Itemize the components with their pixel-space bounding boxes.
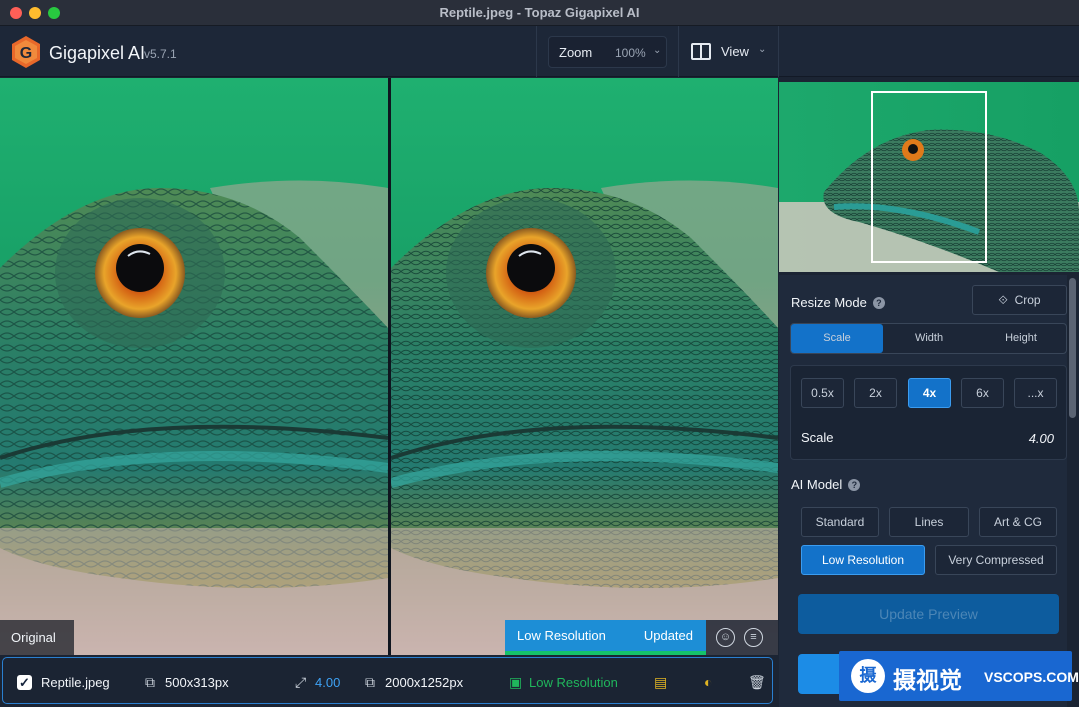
- zoom-label: Zoom: [559, 45, 593, 60]
- input-size-icon: ⧉: [145, 674, 155, 690]
- file-list: ✓ Reptile.jpeg ⧉ 500x313px ⤢ 4.00 ⧉ 2000…: [0, 655, 779, 707]
- resize-mode-segment: Scale Width Height: [790, 323, 1067, 354]
- update-preview-button[interactable]: Update Preview: [798, 594, 1059, 634]
- crop-label: Crop: [1014, 293, 1041, 307]
- output-size-icon: ⧉: [365, 674, 375, 690]
- scale-preset-custom[interactable]: ...x: [1014, 378, 1057, 408]
- scale-preset-0-5x[interactable]: 0.5x: [801, 378, 844, 408]
- file-checkbox[interactable]: ✓: [17, 675, 32, 690]
- original-preview-pane[interactable]: [0, 78, 388, 655]
- model-art-cg[interactable]: Art & CG: [979, 507, 1057, 537]
- processed-preview-pane[interactable]: [391, 78, 778, 655]
- scale-value-input[interactable]: 4.00: [1029, 431, 1054, 446]
- gigapixel-logo-icon: G: [12, 36, 40, 68]
- face-controls: ☺ ≡: [706, 620, 778, 655]
- svg-text:G: G: [20, 45, 32, 62]
- watermark-banner: 摄 摄视觉 VSCOPS.COM: [839, 651, 1079, 701]
- face-neutral-icon[interactable]: ≡: [744, 628, 763, 647]
- status-model: Low Resolution: [517, 628, 606, 643]
- original-label: Original: [0, 620, 74, 655]
- face-recovery-icon[interactable]: ☺: [716, 628, 735, 647]
- model-image-icon: ▣: [509, 674, 523, 690]
- resize-card: Resize Mode? ⟐ Crop Scale Width Height 0…: [779, 275, 1067, 707]
- file-name: Reptile.jpeg: [41, 675, 110, 690]
- navigator-thumbnail[interactable]: [779, 82, 1079, 272]
- zoom-value: 100%: [615, 46, 646, 60]
- mode-width[interactable]: Width: [883, 324, 975, 353]
- model-lines[interactable]: Lines: [889, 507, 969, 537]
- output-size: 2000x1252px: [385, 675, 464, 690]
- processed-lizard-image: [391, 78, 778, 655]
- panel-scrollbar[interactable]: [1069, 278, 1076, 418]
- toolbar-divider: [778, 26, 779, 77]
- view-label: View: [721, 44, 749, 59]
- chevron-down-icon: ⌄: [758, 44, 767, 55]
- mode-height[interactable]: Height: [975, 324, 1067, 353]
- crop-icon: ⟐: [998, 293, 1008, 307]
- original-lizard-image: [0, 78, 388, 655]
- file-scale: 4.00: [315, 675, 341, 690]
- trash-icon[interactable]: 🗑: [748, 674, 766, 691]
- model-low-resolution[interactable]: Low Resolution: [801, 545, 925, 575]
- ai-model-title: AI Model?: [791, 477, 861, 492]
- status-state: Updated: [643, 628, 693, 643]
- settings-panel: Resize Mode? ⟐ Crop Scale Width Height 0…: [779, 78, 1079, 707]
- ai-model-label: AI Model: [791, 477, 843, 492]
- app-toolbar: G Gigapixel AI v5.7.1 Zoom 100% ⌄ View ⌄: [0, 26, 1079, 77]
- window-title: Reptile.jpeg - Topaz Gigapixel AI: [439, 5, 640, 20]
- file-row[interactable]: ✓ Reptile.jpeg ⧉ 500x313px ⤢ 4.00 ⧉ 2000…: [2, 657, 773, 704]
- mode-scale[interactable]: Scale: [791, 324, 883, 353]
- zoom-dropdown[interactable]: Zoom 100% ⌄: [548, 36, 667, 68]
- window-titlebar: Reptile.jpeg - Topaz Gigapixel AI: [0, 0, 1079, 26]
- scale-expand-icon: ⤢: [295, 674, 307, 690]
- model-standard[interactable]: Standard: [801, 507, 879, 537]
- chevron-down-icon: ⌄: [653, 45, 662, 56]
- help-icon[interactable]: ?: [872, 297, 885, 309]
- toolbar-divider: [536, 26, 537, 77]
- scale-preset-4x[interactable]: 4x: [908, 378, 951, 408]
- watermark-brand: 摄视觉: [893, 667, 962, 693]
- input-size: 500x313px: [165, 675, 229, 690]
- app-version: v5.7.1: [144, 47, 177, 61]
- scale-preset-2x[interactable]: 2x: [854, 378, 897, 408]
- help-icon[interactable]: ?: [848, 479, 861, 491]
- resize-mode-title: Resize Mode?: [791, 295, 885, 310]
- file-model: Low Resolution: [529, 675, 618, 690]
- scale-label: Scale: [801, 430, 834, 445]
- watermark-logo: 摄: [851, 659, 885, 693]
- crop-button[interactable]: ⟐ Crop: [972, 285, 1067, 315]
- preview-status-bar: Low Resolution Updated: [505, 620, 706, 655]
- navigator-image: [779, 82, 1079, 272]
- resize-mode-label: Resize Mode: [791, 295, 867, 310]
- scale-options: 0.5x 2x 4x 6x ...x Scale 4.00: [790, 365, 1067, 460]
- scale-preset-6x[interactable]: 6x: [961, 378, 1004, 408]
- split-view-icon: [691, 43, 711, 60]
- watermark-domain: VSCOPS.COM: [984, 669, 1079, 685]
- color-settings-icon[interactable]: ▤: [654, 674, 667, 691]
- compare-icon[interactable]: ◐: [704, 674, 712, 690]
- toolbar-divider: [678, 26, 679, 77]
- app-name: Gigapixel AI: [49, 43, 146, 63]
- model-very-compressed[interactable]: Very Compressed: [935, 545, 1057, 575]
